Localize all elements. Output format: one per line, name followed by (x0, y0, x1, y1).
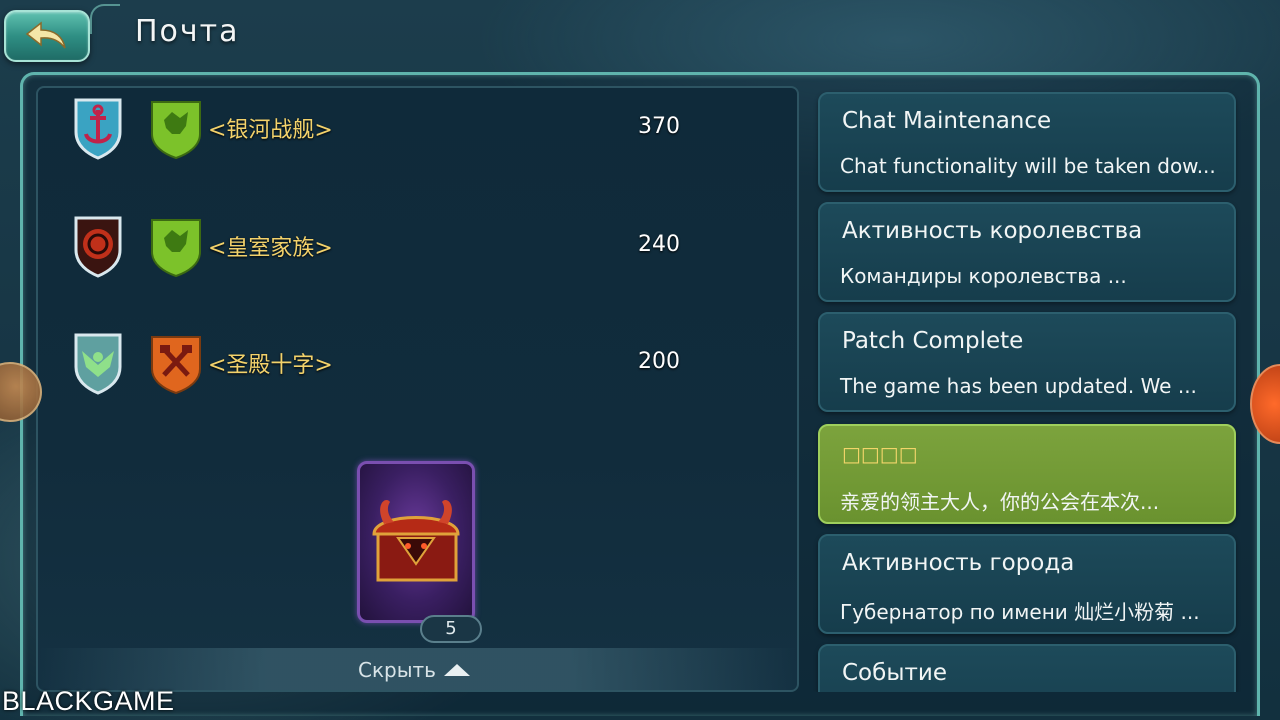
reward-item[interactable] (357, 461, 475, 623)
mail-list-item[interactable]: Активность города Губернатор по имени 灿烂… (818, 534, 1236, 634)
title-ornament (90, 4, 120, 34)
mail-title: Patch Complete (842, 328, 1024, 354)
anchor-shield-icon (72, 96, 124, 160)
mail-title: Активность королевства (842, 218, 1143, 244)
guild-name: <银河战舰> (208, 118, 333, 143)
mail-preview: Губернатор по имени 灿烂小粉菊 ... (840, 600, 1200, 624)
hide-button[interactable]: Скрыть (358, 655, 478, 685)
mail-preview: 亲爱的领主大人，你的公会在本次... (840, 490, 1160, 514)
orange-hammer-shield-icon (150, 331, 202, 395)
mail-preview: Chat functionality will be taken dow... (840, 154, 1216, 178)
mail-title: Активность города (842, 550, 1075, 576)
green-beast-shield-icon (150, 96, 202, 160)
mail-list-item[interactable]: Patch Complete The game has been updated… (818, 312, 1236, 412)
mail-list[interactable]: Chat Maintenance Chat functionality will… (810, 86, 1246, 692)
mail-preview: Командиры королевства ... (840, 264, 1127, 288)
mail-list-item[interactable]: Активность королевства Командиры королев… (818, 202, 1236, 302)
back-arrow-icon (25, 21, 66, 49)
reward-count: 5 (420, 615, 482, 643)
mail-title: Chat Maintenance (842, 108, 1052, 134)
mail-preview: The game has been updated. We ... (840, 374, 1197, 398)
mail-list-item[interactable]: Chat Maintenance Chat functionality will… (818, 92, 1236, 192)
chevron-up-icon (443, 664, 470, 676)
guild-score: 200 (638, 349, 680, 374)
guild-score: 370 (638, 114, 680, 139)
red-dragon-shield-icon (72, 214, 124, 278)
back-button[interactable] (4, 10, 90, 62)
ranking-row: <皇室家族> 240 (36, 206, 736, 286)
ranking-row: <圣殿十字> 200 (36, 323, 736, 403)
guild-name: <圣殿十字> (208, 353, 333, 378)
mail-title: Событие (842, 660, 947, 686)
green-eagle-shield-icon (72, 331, 124, 395)
mail-list-item[interactable]: Событие (818, 644, 1236, 692)
mail-list-item-selected[interactable]: □□□□ 亲爱的领主大人，你的公会在本次... (818, 424, 1236, 524)
watermark: BLACKGAME (2, 686, 175, 716)
guild-score: 240 (638, 232, 680, 257)
hide-label: Скрыть (358, 658, 436, 682)
ranking-row: <银河战舰> 370 (36, 88, 736, 168)
page-title: Почта (135, 14, 240, 49)
guild-name: <皇室家族> (208, 236, 333, 261)
demon-chest-icon (372, 500, 460, 582)
mail-title: □□□□ (842, 442, 918, 466)
green-beast-shield-icon (150, 214, 202, 278)
